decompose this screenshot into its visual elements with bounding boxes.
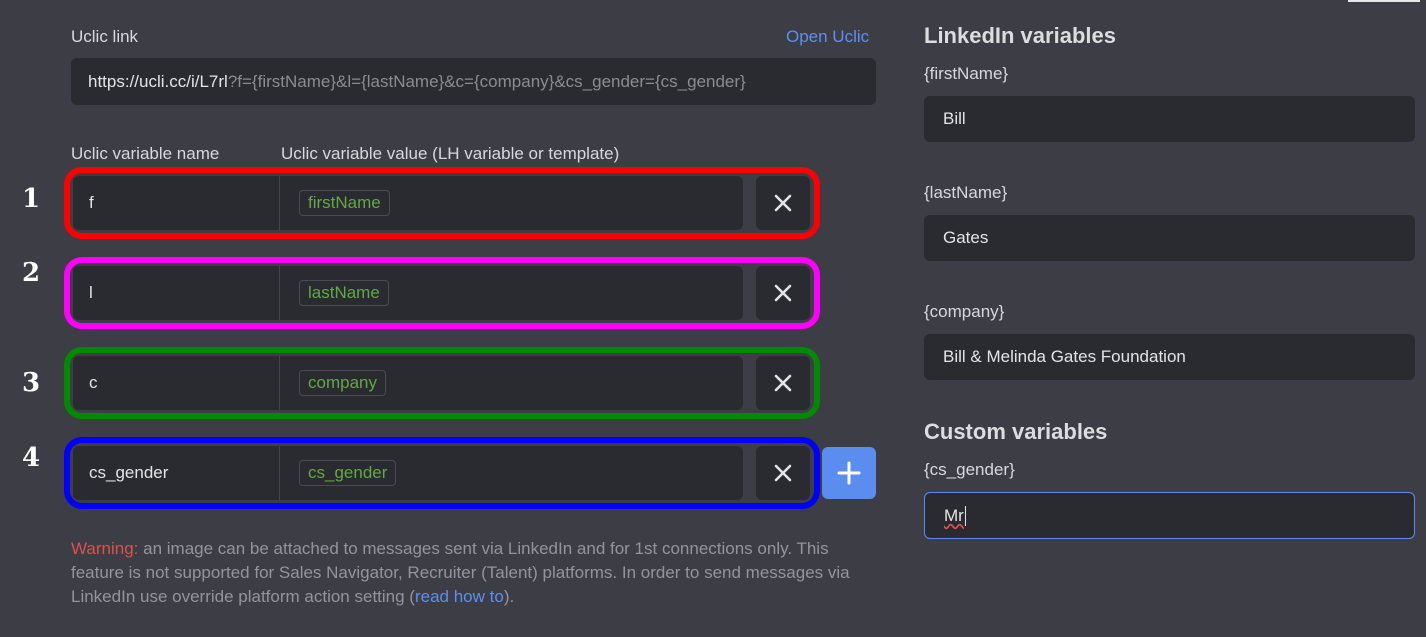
plus-icon [837,461,861,485]
warning-suffix: ). [503,587,515,606]
variable-row: c company [73,356,743,410]
company-value: Bill & Melinda Gates Foundation [943,347,1186,366]
cs-gender-value: Mr [944,505,964,525]
close-icon [774,374,792,392]
close-icon [774,284,792,302]
linkedin-variables-title: LinkedIn variables [924,23,1116,48]
lastname-field[interactable]: Gates [924,215,1415,261]
remove-row-button[interactable] [756,266,810,320]
remove-row-button[interactable] [756,446,810,500]
row-number: 3 [22,368,41,398]
text-caret [964,505,966,526]
warning-prefix: Warning: [71,539,139,558]
variable-row: cs_gender cs_gender [73,446,743,500]
read-how-to-link[interactable]: read how to [415,587,504,606]
variable-name-input[interactable]: l [73,266,280,320]
top-edge-line [1348,0,1420,2]
uclic-link-label: Uclic link [71,27,139,46]
warning-text: Warning: an image can be attached to mes… [71,537,881,609]
variable-chip: company [299,370,386,396]
variable-row: f firstName [73,176,743,230]
variable-name-input[interactable]: c [73,356,280,410]
variable-value-input[interactable]: company [280,370,386,396]
close-icon [774,194,792,212]
firstname-value: Bill [943,109,966,128]
variable-value-input[interactable]: lastName [280,280,389,306]
remove-row-button[interactable] [756,176,810,230]
company-field[interactable]: Bill & Melinda Gates Foundation [924,334,1415,380]
lastname-label: {lastName} [924,183,1008,202]
variable-chip: lastName [299,280,389,306]
variable-name-header: Uclic variable name [71,144,220,163]
firstname-label: {firstName} [924,64,1009,83]
uclic-link-params: ?f={firstName}&l={lastName}&c={company}&… [227,71,746,91]
uclic-link-base: https://ucli.cc/i/L7rl [88,71,228,91]
close-icon [774,464,792,482]
add-variable-button[interactable] [822,447,876,499]
variable-value-header: Uclic variable value (LH variable or tem… [281,144,620,163]
variable-value-input[interactable]: firstName [280,190,390,216]
variable-row: l lastName [73,266,743,320]
cs-gender-label: {cs_gender} [924,460,1015,479]
custom-variables-title: Custom variables [924,419,1108,444]
open-uclic-link[interactable]: Open Uclic [786,27,869,47]
variable-name-input[interactable]: f [73,176,280,230]
firstname-field[interactable]: Bill [924,96,1415,142]
row-number: 4 [22,443,41,473]
variable-name-input[interactable]: cs_gender [73,446,280,500]
row-number: 2 [22,258,41,288]
company-label: {company} [924,302,1005,321]
uclic-link-field[interactable]: https://ucli.cc/i/L7rl ?f={firstName}&l={… [71,58,876,105]
lastname-value: Gates [943,228,989,247]
row-number: 1 [22,184,41,214]
remove-row-button[interactable] [756,356,810,410]
variable-chip: firstName [299,190,390,216]
cs-gender-field[interactable]: Mr [924,492,1415,539]
variable-value-input[interactable]: cs_gender [280,460,397,486]
variable-chip: cs_gender [299,460,397,486]
